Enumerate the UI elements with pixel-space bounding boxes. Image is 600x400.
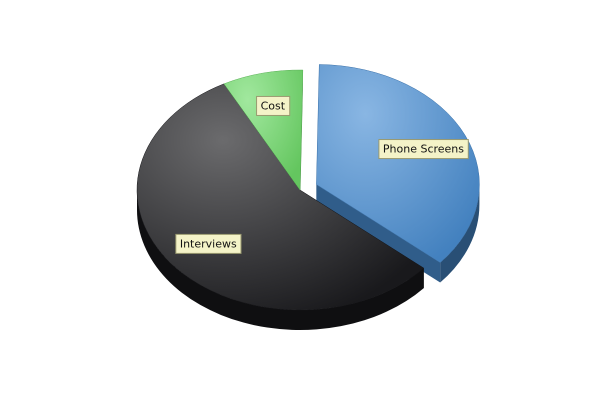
pie-chart: Phone Screens Interviews Cost: [0, 0, 600, 400]
pie-chart-svg: Phone Screens Interviews Cost: [136, 64, 480, 330]
data-label-cost: Cost: [256, 95, 291, 116]
data-label-text-interviews: Interviews: [180, 237, 237, 250]
data-label-interviews: Interviews: [175, 233, 242, 254]
data-label-phone-screens: Phone Screens: [378, 139, 469, 160]
data-label-text-phone-screens: Phone Screens: [383, 143, 464, 156]
data-label-text-cost: Cost: [261, 99, 286, 112]
